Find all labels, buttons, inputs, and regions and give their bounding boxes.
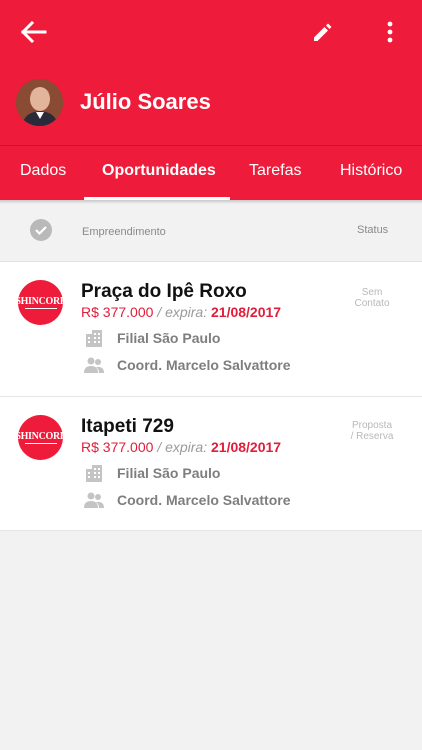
avatar-photo	[16, 79, 63, 126]
building-icon	[83, 327, 105, 349]
coord-row: Coord. Marcelo Salvattore	[83, 354, 291, 376]
check-icon	[35, 226, 47, 236]
coord-text: Coord. Marcelo Salvattore	[117, 492, 291, 508]
tab-dados[interactable]: Dados	[20, 162, 66, 180]
price-line: R$ 377.000 / expira: 21/08/2017	[81, 439, 281, 455]
back-button[interactable]	[14, 12, 54, 52]
contact-name: Júlio Soares	[80, 89, 211, 114]
arrow-back-icon	[21, 21, 47, 43]
filial-row: Filial São Paulo	[83, 327, 220, 349]
expira-label: / expira:	[157, 304, 208, 320]
coord-text: Coord. Marcelo Salvattore	[117, 357, 291, 373]
opportunity-title: Itapeti 729	[81, 416, 174, 437]
opportunity-title: Praça do Ipê Roxo	[81, 281, 247, 302]
more-options-button[interactable]	[370, 12, 410, 52]
list-column-header: Empreendimento Status	[0, 204, 422, 262]
app-bar: Júlio Soares Dados Oportunidades Tarefas…	[0, 0, 422, 200]
tab-tarefas[interactable]: Tarefas	[249, 162, 301, 180]
coord-row: Coord. Marcelo Salvattore	[83, 489, 291, 511]
building-icon	[83, 462, 105, 484]
avatar	[16, 79, 63, 126]
filial-row: Filial São Paulo	[83, 462, 220, 484]
tab-bar: Dados Oportunidades Tarefas Histórico	[0, 145, 422, 200]
tab-oportunidades[interactable]: Oportunidades	[102, 162, 216, 180]
people-icon	[83, 354, 105, 376]
expira-label: / expira:	[157, 439, 208, 455]
more-vert-icon	[387, 21, 393, 43]
tab-historico[interactable]: Histórico	[340, 162, 402, 180]
column-empreendimento: Empreendimento	[82, 226, 166, 238]
expira-date: 21/08/2017	[211, 304, 282, 320]
price-line: R$ 377.000 / expira: 21/08/2017	[81, 304, 281, 320]
shincorp-logo: SHINCORP	[15, 280, 66, 325]
select-all-check[interactable]	[30, 219, 52, 241]
status-badge: Proposta / Reserva	[350, 420, 394, 442]
edit-button[interactable]	[303, 12, 343, 52]
status-badge: Sem Contato	[354, 287, 390, 309]
people-icon	[83, 489, 105, 511]
expira-date: 21/08/2017	[211, 439, 282, 455]
price: R$ 377.000	[81, 304, 154, 320]
opportunity-card[interactable]: SHINCORP Itapeti 729 R$ 377.000 / expira…	[0, 397, 422, 531]
pencil-icon	[314, 23, 332, 41]
shincorp-logo: SHINCORP	[15, 415, 66, 460]
price: R$ 377.000	[81, 439, 154, 455]
column-status: Status	[357, 224, 389, 236]
filial-text: Filial São Paulo	[117, 330, 221, 346]
filial-text: Filial São Paulo	[117, 465, 221, 481]
opportunity-card[interactable]: SHINCORP Praça do Ipê Roxo R$ 377.000 / …	[0, 262, 422, 397]
